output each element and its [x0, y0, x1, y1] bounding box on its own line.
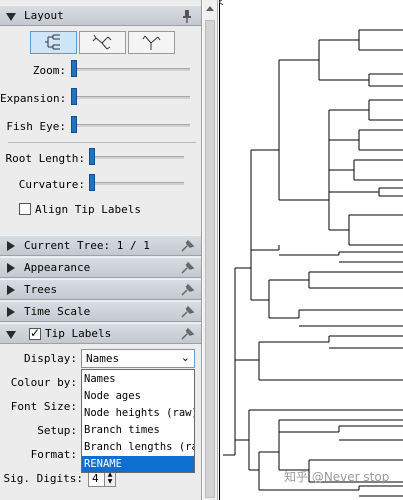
pin-icon[interactable] [179, 283, 195, 297]
expand-triangle-icon[interactable] [7, 241, 15, 251]
root-length-slider-thumb[interactable] [89, 148, 95, 165]
current-tree-title: Current Tree: 1 / 1 [24, 239, 150, 252]
option-branch-times[interactable]: Branch times [82, 422, 194, 439]
tree-branches [218, 0, 403, 500]
appearance-title: Appearance [24, 261, 91, 274]
align-tip-labels-label: Align Tip Labels [35, 203, 141, 216]
time-scale-title: Time Scale [24, 305, 91, 318]
option-node-ages[interactable]: Node ages [82, 388, 194, 405]
pin-icon[interactable] [179, 239, 195, 253]
font-size-label: Font Size: [10, 400, 77, 413]
tip-labels-title: Tip Labels [45, 327, 112, 340]
fisheye-label: Fish Eye: [6, 120, 66, 133]
display-dropdown[interactable]: Names ⌄ [81, 349, 195, 368]
collapse-triangle-icon[interactable] [6, 13, 16, 21]
sig-digits-label: Sig. Digits: [3, 472, 83, 485]
expansion-label: Expansion: [0, 92, 67, 105]
root-length-slider[interactable] [90, 156, 184, 159]
polar-tree-icon [142, 35, 161, 50]
expansion-slider[interactable] [72, 96, 190, 99]
expand-triangle-icon[interactable] [7, 307, 15, 317]
layout-section-header[interactable]: Layout [0, 5, 201, 26]
radial-tree-icon [92, 34, 112, 50]
tip-labels-section-header[interactable]: Tip Labels [0, 323, 201, 344]
setup-label: Setup: [37, 424, 77, 437]
tip-labels-checkbox[interactable] [29, 326, 41, 340]
format-label: Format: [30, 448, 77, 461]
scrollbar-thumb[interactable] [205, 20, 215, 498]
time-scale-section-header[interactable]: Time Scale [0, 301, 201, 322]
panel-scrollbar[interactable] [203, 0, 218, 500]
expansion-slider-thumb[interactable] [71, 88, 77, 105]
polar-tree-button[interactable] [128, 31, 175, 54]
trees-title: Trees [24, 283, 58, 296]
option-rename[interactable]: RENAME [82, 456, 194, 472]
phylogenetic-tree [218, 0, 403, 500]
tree-canvas[interactable] [218, 0, 403, 500]
display-options-list[interactable]: Names Node ages Node heights (raw) Branc… [81, 369, 195, 473]
option-branch-lengths-raw[interactable]: Branch lengths (raw [82, 439, 194, 456]
option-node-heights-raw[interactable]: Node heights (raw) [82, 405, 194, 422]
radial-tree-button[interactable] [79, 31, 126, 54]
appearance-section-header[interactable]: Appearance [0, 257, 201, 278]
control-panel: Layout Zoom: Expansion: Fish Eye: Root L… [0, 0, 202, 500]
expand-triangle-icon[interactable] [7, 263, 15, 273]
trees-section-header[interactable]: Trees [0, 279, 201, 300]
expand-triangle-icon[interactable] [7, 285, 15, 295]
section-divider [8, 142, 196, 143]
root-length-label: Root Length: [5, 152, 85, 165]
fisheye-slider-thumb[interactable] [71, 116, 77, 133]
collapse-triangle-icon[interactable] [6, 331, 16, 339]
pin-icon[interactable] [179, 327, 195, 341]
fisheye-slider[interactable] [72, 124, 190, 127]
zoom-slider[interactable] [72, 68, 190, 71]
rectangle-tree-icon [45, 34, 60, 50]
pin-icon[interactable] [179, 261, 195, 275]
curvature-slider-thumb[interactable] [89, 174, 95, 191]
display-label: Display: [24, 352, 77, 365]
pin-icon[interactable] [179, 9, 195, 23]
rectangle-tree-button[interactable] [30, 31, 77, 54]
zoom-label: Zoom: [32, 64, 66, 77]
align-tip-labels-checkbox[interactable] [19, 203, 31, 215]
pin-icon[interactable] [179, 305, 195, 319]
layout-section-title: Layout [24, 9, 64, 22]
watermark-text: 知乎 @Never stop [284, 470, 390, 484]
current-tree-section-header[interactable]: Current Tree: 1 / 1 [0, 235, 201, 256]
curvature-label: Curvature: [18, 178, 85, 191]
option-names[interactable]: Names [82, 371, 194, 388]
scroll-up-icon[interactable] [206, 6, 214, 11]
display-dropdown-value: Names [86, 352, 120, 365]
colour-by-label: Colour by: [10, 376, 77, 389]
zoom-slider-thumb[interactable] [71, 60, 77, 77]
chevron-down-icon: ⌄ [180, 351, 190, 364]
curvature-slider[interactable] [90, 182, 184, 185]
spinner-arrows-icon[interactable]: ▲ ▼ [104, 471, 115, 486]
sig-digits-value: 4 [92, 472, 99, 485]
